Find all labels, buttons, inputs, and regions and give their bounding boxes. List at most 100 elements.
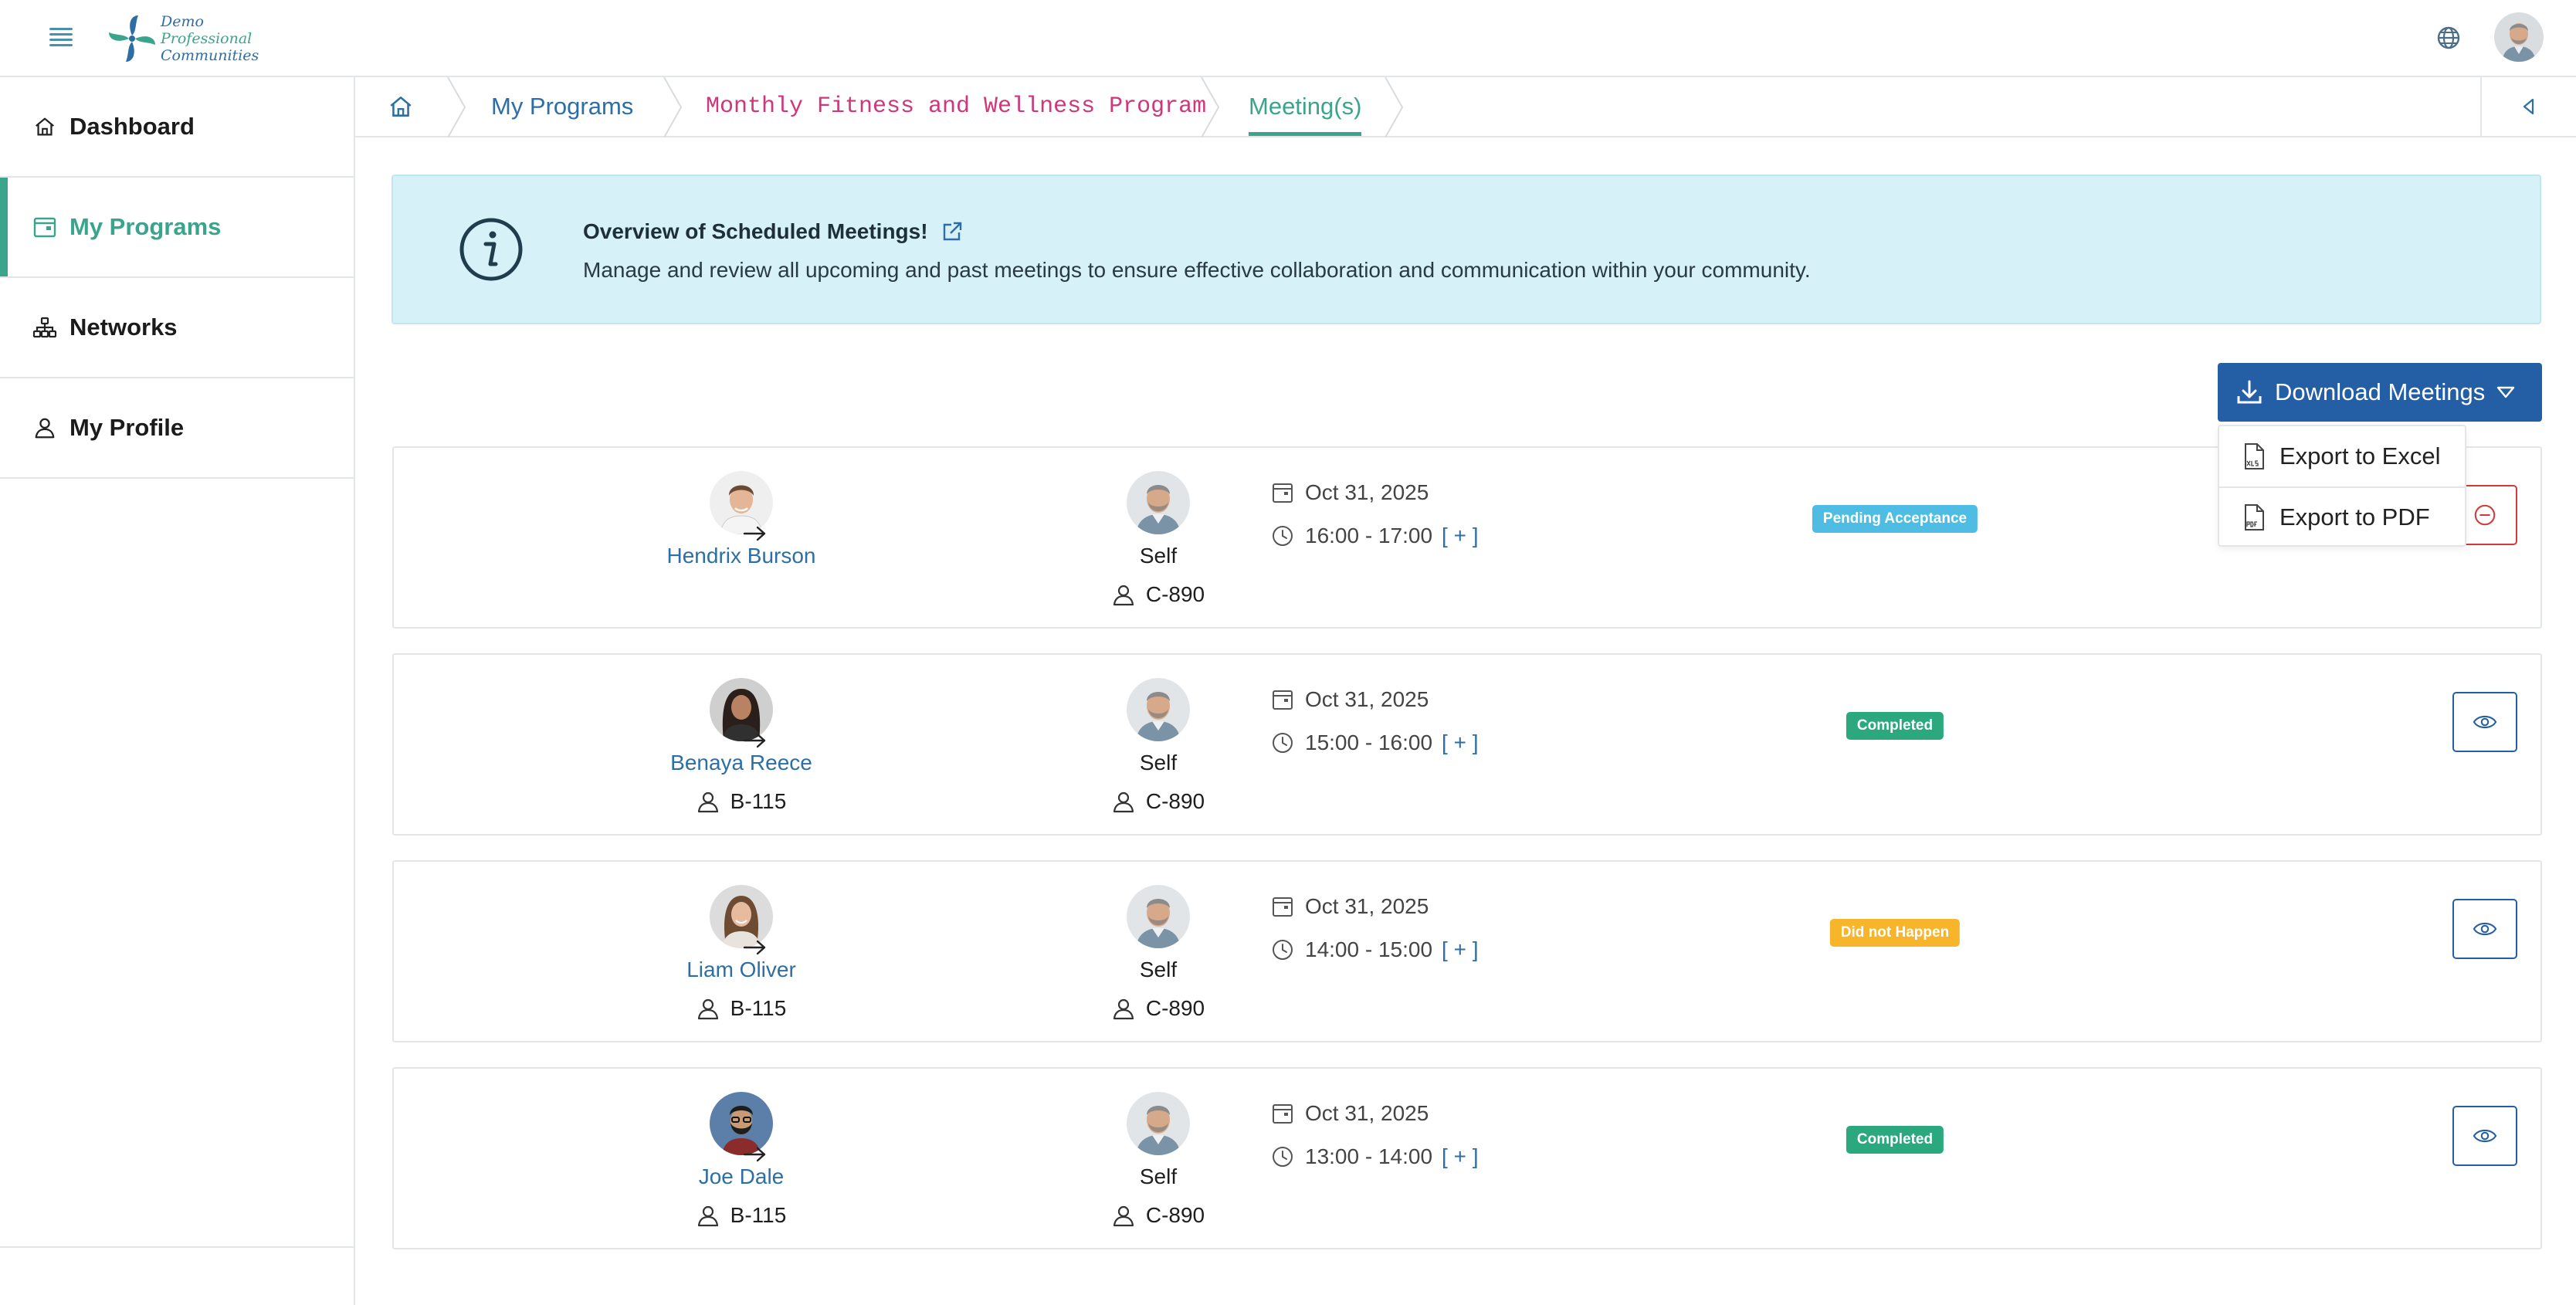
add-time-button[interactable]: [ + ]: [1442, 937, 1478, 962]
user-icon: [32, 415, 57, 440]
add-time-button[interactable]: [ + ]: [1442, 524, 1478, 548]
meeting-time-text: 14:00 - 15:00: [1305, 937, 1433, 961]
collapse-panel-button[interactable]: [2480, 77, 2576, 136]
user-icon: [697, 791, 718, 813]
status-badge: Pending Acceptance: [1812, 505, 1978, 533]
external-link-icon[interactable]: [941, 220, 964, 243]
mentee-code-text: B-115: [730, 996, 787, 1020]
avatar-self-image: [1127, 1092, 1190, 1155]
mentee-code: B-115: [697, 789, 787, 814]
status-badge: Did not Happen: [1829, 919, 1961, 947]
mentor-column: Self C-890: [1058, 678, 1259, 814]
meeting-date: Oct 31, 2025: [1271, 1101, 1429, 1126]
mentee-name-link[interactable]: Hendrix Burson: [667, 544, 816, 568]
download-dropdown: Export to Excel Export to PDF: [2218, 425, 2466, 547]
sidebar-item-my-profile[interactable]: My Profile: [0, 378, 354, 479]
mentor-code: C-890: [1112, 582, 1205, 607]
mentor-code-text: C-890: [1145, 1203, 1205, 1227]
network-icon: [32, 315, 57, 340]
logo-line-3: Communities: [161, 47, 259, 64]
export-excel-option[interactable]: Export to Excel: [2219, 426, 2465, 486]
avatar-self-image: [1127, 885, 1190, 948]
arrow-right-icon: [743, 940, 766, 955]
mentee-code: B-115: [697, 1203, 786, 1228]
meeting-time: 14:00 - 15:00 [ + ]: [1271, 937, 1479, 962]
user-icon: [697, 1205, 718, 1227]
info-icon: [459, 218, 523, 281]
info-banner-text: Manage and review all upcoming and past …: [583, 258, 1811, 282]
calendar-icon: [1273, 483, 1293, 503]
mentor-column: Self C-890: [1058, 471, 1259, 607]
breadcrumb-home[interactable]: [388, 77, 414, 136]
breadcrumb-separator: [1201, 77, 1220, 137]
meeting-date: Oct 31, 2025: [1271, 687, 1429, 712]
avatar-self-image: [1127, 678, 1190, 741]
globe-icon[interactable]: [2435, 25, 2462, 51]
mentor-code-text: C-890: [1145, 996, 1205, 1020]
sidebar: Dashboard My Programs Networks My Profil…: [0, 77, 355, 1305]
sidebar-divider: [0, 1246, 355, 1248]
mentor-code-text: C-890: [1145, 789, 1205, 813]
logo-line-2: Professional: [161, 30, 253, 47]
info-banner-title: Overview of Scheduled Meetings!: [583, 219, 964, 244]
mentor-column: Self C-890: [1058, 1092, 1259, 1228]
calendar-icon: [1273, 690, 1293, 710]
logo-text: Demo Professional Communities: [161, 13, 259, 64]
mentor-column: Self C-890: [1058, 885, 1259, 1021]
sidebar-item-networks[interactable]: Networks: [0, 278, 354, 378]
breadcrumb: My Programs Monthly Fitness and Wellness…: [355, 77, 2576, 137]
eye-icon: [2473, 715, 2497, 729]
meeting-time: 16:00 - 17:00 [ + ]: [1271, 524, 1479, 548]
mentee-name-link[interactable]: Benaya Reece: [670, 751, 812, 775]
eye-icon: [2473, 1129, 2497, 1143]
avatar-self-image: [1127, 471, 1190, 534]
sidebar-item-label: Dashboard: [69, 113, 195, 140]
sidebar-item-label: My Profile: [69, 414, 185, 441]
calendar-icon: [1273, 1104, 1293, 1124]
minus-circle-icon: [2474, 504, 2496, 526]
app-logo[interactable]: Demo Professional Communities: [107, 9, 259, 68]
meeting-date-text: Oct 31, 2025: [1305, 894, 1429, 918]
sidebar-item-dashboard[interactable]: Dashboard: [0, 77, 354, 178]
download-meetings-button[interactable]: Download Meetings: [2218, 363, 2542, 422]
mentee-name-link[interactable]: Liam Oliver: [686, 958, 796, 982]
breadcrumb-program[interactable]: Monthly Fitness and Wellness Program: [706, 77, 1206, 136]
mentee-column: Joe Dale B-115: [641, 1092, 842, 1228]
arrow-right-icon: [743, 733, 766, 748]
mentee-name-link[interactable]: Joe Dale: [699, 1164, 785, 1189]
avatar: [1127, 678, 1190, 741]
meeting-card: Joe Dale B-115 Self C-890 Oct 31, 2025 1…: [392, 1067, 2542, 1249]
mentor-name: Self: [1139, 958, 1178, 981]
info-banner: Overview of Scheduled Meetings! Manage a…: [391, 175, 2541, 324]
add-time-button[interactable]: [ + ]: [1442, 1144, 1478, 1169]
user-avatar[interactable]: [2494, 12, 2544, 62]
avatar: [1127, 1092, 1190, 1155]
meeting-date-text: Oct 31, 2025: [1305, 687, 1429, 711]
hamburger-menu-icon[interactable]: [49, 28, 73, 46]
mentor-code: C-890: [1112, 789, 1205, 814]
breadcrumb-meetings[interactable]: Meeting(s): [1249, 77, 1362, 136]
mentee-code: B-115: [697, 996, 787, 1021]
mentee-code-text: B-115: [730, 789, 787, 813]
export-pdf-option[interactable]: Export to PDF: [2219, 486, 2465, 547]
user-icon: [1113, 791, 1134, 813]
view-meeting-button[interactable]: [2452, 899, 2517, 959]
pdf-file-icon: [2245, 504, 2264, 530]
view-meeting-button[interactable]: [2452, 1106, 2517, 1166]
sidebar-item-my-programs[interactable]: My Programs: [0, 178, 354, 278]
chevron-left-icon: [2523, 98, 2534, 115]
mentor-name: Self: [1139, 751, 1178, 775]
mentee-column: Benaya Reece B-115: [641, 678, 842, 814]
breadcrumb-my-programs[interactable]: My Programs: [491, 77, 633, 136]
meeting-time-text: 15:00 - 16:00: [1305, 730, 1433, 754]
avatar: [1127, 471, 1190, 534]
status-badge: Completed: [1846, 712, 1944, 740]
mentor-code: C-890: [1112, 996, 1205, 1021]
view-meeting-button[interactable]: [2452, 692, 2517, 752]
meeting-card: Benaya Reece B-115 Self C-890 Oct 31, 20…: [392, 653, 2542, 836]
user-icon: [1113, 585, 1134, 606]
meeting-date-text: Oct 31, 2025: [1305, 480, 1429, 504]
download-icon: [2237, 380, 2262, 404]
user-icon: [1113, 998, 1134, 1020]
add-time-button[interactable]: [ + ]: [1442, 730, 1478, 755]
